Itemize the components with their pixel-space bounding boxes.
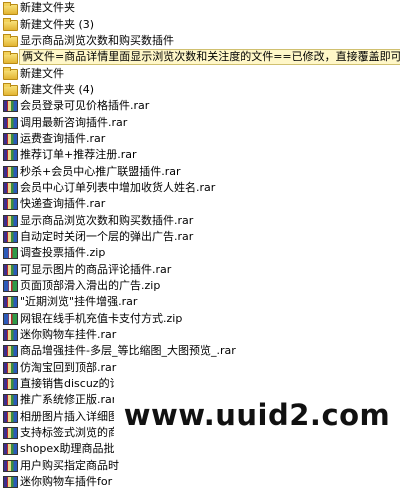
rar-archive-icon	[3, 149, 18, 162]
watermark-text: www.uuid2.com	[123, 398, 391, 432]
watermark: www.uuid2.com	[114, 372, 400, 458]
rar-archive-icon	[3, 427, 18, 440]
item-label: 新建文件夹	[20, 1, 75, 15]
item-label: 网银在线手机充值卡支付方式.zip	[20, 311, 183, 325]
rar-archive-icon	[3, 329, 18, 342]
rar-archive-icon	[3, 263, 18, 276]
item-label: 页面顶部滑入滑出的广告.zip	[20, 279, 161, 293]
item-label: 快递查询插件.rar	[20, 197, 106, 211]
rar-archive-icon	[3, 476, 18, 489]
item-label: 会员中心订单列表中增加收货人姓名.rar	[20, 180, 216, 194]
item-label: 迷你购物车插件for	[20, 475, 113, 489]
file-item[interactable]: 快递查询插件.rar	[0, 196, 400, 212]
file-item[interactable]: 调查投票插件.zip	[0, 245, 400, 261]
file-item[interactable]: 自动定时关闭一个层的弹出广告.rar	[0, 229, 400, 245]
folder-icon	[3, 1, 18, 15]
zip-archive-icon	[3, 247, 18, 260]
item-label: 自动定时关闭一个层的弹出广告.rar	[20, 229, 194, 243]
rar-archive-icon	[3, 361, 18, 374]
item-label: shopex助理商品批量	[20, 442, 126, 456]
item-label: 推荐订单+推荐注册.rar	[20, 148, 137, 162]
rar-archive-icon	[3, 116, 18, 129]
file-item[interactable]: 迷你购物车插件for	[0, 474, 400, 490]
item-label: 商品增强挂件-多层_等比缩图_大图预览_.rar	[20, 344, 236, 358]
rar-archive-icon	[3, 230, 18, 243]
file-item[interactable]: "近期浏览"挂件增强.rar	[0, 294, 400, 310]
item-label: 相册图片插入详细图	[20, 409, 119, 423]
rar-archive-icon	[3, 345, 18, 358]
item-label: "近期浏览"挂件增强.rar	[20, 295, 138, 309]
folder-icon	[3, 67, 18, 81]
item-label: 显示商品浏览次数和购买数插件	[20, 33, 174, 47]
folder-item[interactable]: 新建文件夹 (3)	[0, 16, 400, 32]
item-label: 显示商品浏览次数和购买数插件.rar	[20, 213, 194, 227]
file-item[interactable]: 秒杀+会员中心推广联盟插件.rar	[0, 163, 400, 179]
item-label: 运费查询插件.rar	[20, 131, 106, 145]
rar-archive-icon	[3, 181, 18, 194]
file-item[interactable]: 会员中心订单列表中增加收货人姓名.rar	[0, 180, 400, 196]
folder-item[interactable]: 新建文件夹 (4)	[0, 82, 400, 98]
rar-archive-icon	[3, 378, 18, 391]
item-label: 新建文件夹 (4)	[20, 82, 95, 96]
folder-item[interactable]: 俩文件=商品详情里面显示浏览次数和关注度的文件==已修改，直接覆盖即可	[0, 49, 400, 66]
zip-archive-icon	[3, 280, 18, 293]
folder-icon	[3, 83, 18, 97]
item-label: 秒杀+会员中心推广联盟插件.rar	[20, 164, 181, 178]
item-label: 新建文件	[20, 66, 64, 80]
folder-item[interactable]: 新建文件	[0, 65, 400, 81]
item-label: 推广系统修正版.rar	[20, 393, 117, 407]
file-item[interactable]: 可显示图片的商品评论插件.rar	[0, 262, 400, 278]
rar-archive-icon	[3, 410, 18, 423]
item-label: 用户购买指定商品时	[20, 458, 119, 472]
file-item[interactable]: 会员登录可见价格插件.rar	[0, 98, 400, 114]
file-item[interactable]: 页面顶部滑入滑出的广告.zip	[0, 278, 400, 294]
file-item[interactable]: 商品增强挂件-多层_等比缩图_大图预览_.rar	[0, 343, 400, 359]
file-item[interactable]: 迷你购物车挂件.rar	[0, 327, 400, 343]
file-item[interactable]: 推荐订单+推荐注册.rar	[0, 147, 400, 163]
rar-archive-icon	[3, 443, 18, 456]
rar-archive-icon	[3, 165, 18, 178]
item-label: 迷你购物车挂件.rar	[20, 328, 117, 342]
folder-icon	[3, 34, 18, 48]
rar-archive-icon	[3, 214, 18, 227]
file-item[interactable]: 运费查询插件.rar	[0, 131, 400, 147]
item-label: 仿淘宝回到顶部.rar	[20, 360, 117, 374]
rar-archive-icon	[3, 394, 18, 407]
file-item[interactable]: 调用最新咨询插件.rar	[0, 114, 400, 130]
item-label: 可显示图片的商品评论插件.rar	[20, 262, 172, 276]
item-label: 调查投票插件.zip	[20, 246, 106, 260]
file-item[interactable]: 显示商品浏览次数和购买数插件.rar	[0, 212, 400, 228]
file-item[interactable]: 网银在线手机充值卡支付方式.zip	[0, 311, 400, 327]
folder-icon	[3, 18, 18, 32]
file-item[interactable]: 用户购买指定商品时	[0, 458, 400, 474]
folder-item[interactable]: 显示商品浏览次数和购买数插件	[0, 33, 400, 49]
rar-archive-icon	[3, 132, 18, 145]
zip-archive-icon	[3, 312, 18, 325]
rar-archive-icon	[3, 459, 18, 472]
item-label: 新建文件夹 (3)	[20, 17, 95, 31]
item-label: 支持标签式浏览的商	[20, 426, 119, 440]
rar-archive-icon	[3, 296, 18, 309]
rar-archive-icon	[3, 100, 18, 113]
item-label: 会员登录可见价格插件.rar	[20, 99, 150, 113]
folder-icon	[3, 50, 18, 64]
item-label: 调用最新咨询插件.rar	[20, 115, 128, 129]
rar-archive-icon	[3, 198, 18, 211]
item-label: 俩文件=商品详情里面显示浏览次数和关注度的文件==已修改，直接覆盖即可	[19, 49, 400, 66]
folder-item[interactable]: 新建文件夹	[0, 0, 400, 16]
